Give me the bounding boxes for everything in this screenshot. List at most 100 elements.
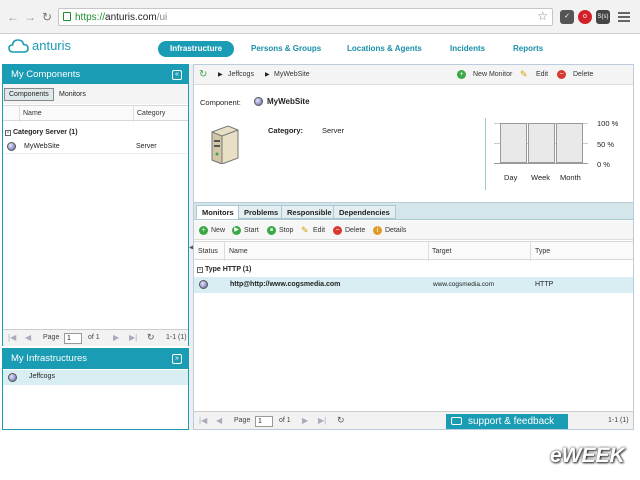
extension-badge-icon[interactable]: S(s) bbox=[596, 10, 610, 24]
column-name[interactable]: Name bbox=[229, 242, 248, 261]
start-icon[interactable]: ▶ bbox=[232, 226, 241, 235]
new-icon[interactable]: + bbox=[199, 226, 208, 235]
column-status[interactable]: Status bbox=[198, 242, 218, 261]
component-status-icon bbox=[7, 142, 16, 151]
prev-page-icon[interactable]: ◀ bbox=[25, 333, 31, 342]
tab-dependencies[interactable]: Dependencies bbox=[333, 205, 396, 219]
last-page-icon[interactable]: ▶| bbox=[318, 416, 326, 425]
category-value: Server bbox=[322, 126, 345, 135]
monitor-toolbar: + New ▶ Start ■ Stop ✎ Edit − Delete i D… bbox=[194, 221, 633, 240]
page-count: of 1 bbox=[279, 417, 291, 424]
last-page-icon[interactable]: ▶| bbox=[129, 333, 137, 342]
tab-components[interactable]: Components bbox=[4, 88, 54, 101]
details-button[interactable]: Details bbox=[385, 227, 406, 234]
refresh-icon[interactable]: ↻ bbox=[199, 69, 207, 80]
nav-incidents[interactable]: Incidents bbox=[450, 41, 485, 57]
collapse-infra-icon[interactable]: » bbox=[172, 354, 182, 364]
infrastructure-icon bbox=[8, 373, 17, 382]
axis-label-week: Week bbox=[531, 173, 551, 182]
delete-button[interactable]: Delete bbox=[573, 71, 593, 78]
forward-icon[interactable]: → bbox=[23, 10, 37, 24]
tab-monitors[interactable]: Monitors bbox=[196, 205, 240, 219]
new-monitor-icon[interactable]: + bbox=[457, 70, 466, 79]
delete-icon[interactable]: − bbox=[333, 226, 342, 235]
breadcrumb-arrow-icon: ▶ bbox=[265, 72, 270, 78]
feedback-label: support & feedback bbox=[468, 416, 555, 427]
monitor-name: http@http://www.cogsmedia.com bbox=[230, 281, 341, 288]
reload-icon[interactable]: ↻ bbox=[40, 10, 54, 24]
anturis-logo[interactable]: anturis bbox=[8, 38, 71, 56]
axis-tick-50: 50 % bbox=[597, 140, 615, 149]
axis-label-month: Month bbox=[560, 173, 581, 182]
start-button[interactable]: Start bbox=[244, 227, 259, 234]
page-range: 1-1 (1) bbox=[166, 334, 187, 341]
components-grid-header: Name Category bbox=[3, 105, 188, 122]
new-monitor-button[interactable]: New Monitor bbox=[473, 71, 512, 78]
column-divider bbox=[133, 106, 134, 122]
nav-reports[interactable]: Reports bbox=[513, 41, 543, 57]
support-feedback-button[interactable]: support & feedback bbox=[446, 414, 568, 429]
column-target[interactable]: Target bbox=[432, 242, 451, 261]
table-row[interactable]: http@http://www.cogsmedia.com www.cogsme… bbox=[194, 277, 633, 293]
edit-pencil-icon[interactable]: ✎ bbox=[301, 225, 309, 236]
page-count: of 1 bbox=[88, 334, 100, 341]
page-input[interactable]: 1 bbox=[255, 416, 273, 427]
collapse-group-icon[interactable]: - bbox=[5, 130, 11, 136]
bookmark-star-icon[interactable]: ☆ bbox=[537, 9, 548, 23]
component-status-icon bbox=[254, 97, 263, 106]
axis-tick-0: 0 % bbox=[597, 160, 610, 169]
tab-responsible[interactable]: Responsible bbox=[281, 205, 338, 219]
monitor-status-icon bbox=[199, 280, 208, 289]
tab-problems[interactable]: Problems bbox=[238, 205, 285, 219]
availability-chart: Day Week Month 100 % 50 % 0 % bbox=[494, 119, 640, 183]
extension-tools-icon[interactable]: ✓ bbox=[560, 10, 574, 24]
table-row[interactable]: MyWebSite Server bbox=[3, 140, 188, 154]
breadcrumb-component[interactable]: MyWebSite bbox=[274, 71, 310, 78]
nav-locations-agents[interactable]: Locations & Agents bbox=[347, 41, 422, 57]
monitor-target: www.cogsmedia.com bbox=[433, 281, 495, 288]
logo-text: anturis bbox=[32, 38, 72, 53]
tab-monitors[interactable]: Monitors bbox=[54, 88, 91, 101]
address-bar[interactable]: https://anturis.com/ui ☆ bbox=[58, 8, 553, 26]
collapse-group-icon[interactable]: - bbox=[197, 267, 203, 273]
infrastructure-name: Jeffcogs bbox=[29, 373, 55, 380]
group-row[interactable]: - Type HTTP (1) bbox=[197, 266, 251, 273]
speech-bubble-icon bbox=[451, 417, 462, 425]
edit-button[interactable]: Edit bbox=[313, 227, 325, 234]
back-icon[interactable]: ← bbox=[6, 10, 20, 24]
column-type[interactable]: Type bbox=[535, 242, 550, 261]
new-button[interactable]: New bbox=[211, 227, 225, 234]
availability-bar-week bbox=[528, 123, 555, 163]
extension-opera-icon[interactable]: o bbox=[578, 10, 592, 24]
availability-bar-month bbox=[556, 123, 583, 163]
menu-icon[interactable] bbox=[618, 10, 630, 24]
prev-page-icon[interactable]: ◀ bbox=[216, 416, 222, 425]
edit-button[interactable]: Edit bbox=[536, 71, 548, 78]
group-row[interactable]: - Category Server (1) bbox=[5, 129, 78, 136]
first-page-icon[interactable]: |◀ bbox=[8, 333, 16, 342]
nav-persons-groups[interactable]: Persons & Groups bbox=[251, 41, 321, 57]
category-label: Category: bbox=[268, 126, 304, 135]
first-page-icon[interactable]: |◀ bbox=[199, 416, 207, 425]
stop-button[interactable]: Stop bbox=[279, 227, 293, 234]
edit-pencil-icon[interactable]: ✎ bbox=[520, 69, 528, 80]
nav-infrastructure[interactable]: Infrastructure bbox=[158, 41, 235, 57]
component-name: MyWebSite bbox=[267, 97, 310, 106]
delete-button[interactable]: Delete bbox=[345, 227, 365, 234]
components-pager: |◀ ◀ Page 1 of 1 ▶ ▶| ↻ 1-1 (1) bbox=[3, 329, 188, 346]
refresh-icon[interactable]: ↻ bbox=[337, 415, 345, 426]
stop-icon[interactable]: ■ bbox=[267, 226, 276, 235]
column-category[interactable]: Category bbox=[137, 106, 165, 122]
collapse-left-icon[interactable]: « bbox=[172, 70, 182, 80]
next-page-icon[interactable]: ▶ bbox=[302, 416, 308, 425]
column-name[interactable]: Name bbox=[23, 106, 42, 122]
refresh-icon[interactable]: ↻ bbox=[147, 332, 155, 343]
list-item[interactable]: Jeffcogs bbox=[3, 370, 188, 385]
delete-icon[interactable]: − bbox=[557, 70, 566, 79]
breadcrumb-infrastructure[interactable]: Jeffcogs bbox=[228, 71, 254, 78]
page-range: 1-1 (1) bbox=[608, 417, 629, 424]
next-page-icon[interactable]: ▶ bbox=[113, 333, 119, 342]
component-toolbar: ↻ ▶ Jeffcogs ▶ MyWebSite + New Monitor ✎… bbox=[194, 65, 633, 85]
details-icon[interactable]: i bbox=[373, 226, 382, 235]
page-input[interactable]: 1 bbox=[64, 333, 82, 344]
